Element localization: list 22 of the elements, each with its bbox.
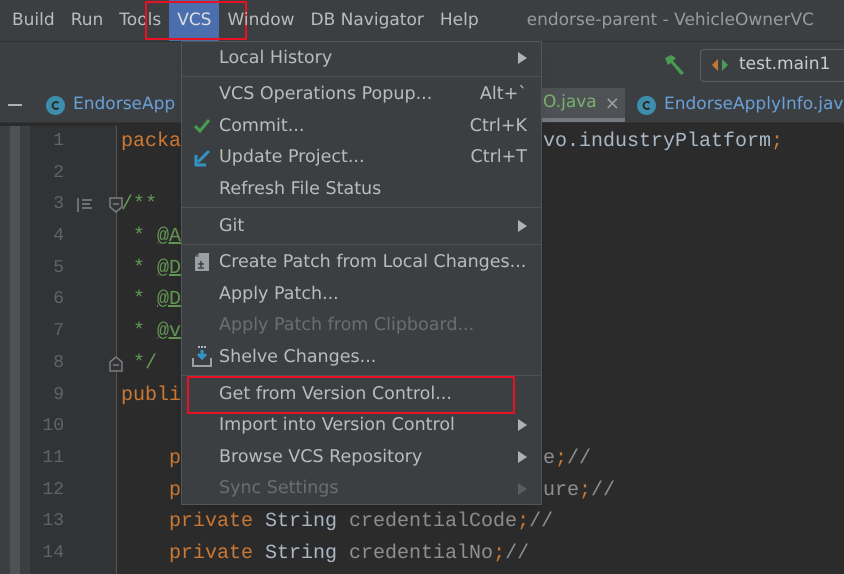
tab-label: O.java (543, 91, 597, 114)
code-line: p (169, 446, 182, 470)
code-line: */ (132, 352, 158, 375)
window-title: endorse-parent - VehicleOwnerVC (526, 8, 814, 32)
shortcut-label: Ctrl+K (468, 114, 527, 138)
code-line: * @A (132, 225, 182, 248)
code-line: publi (121, 384, 182, 406)
code-line: private String credentialNo;// (169, 542, 530, 565)
code-line: /** (121, 193, 158, 216)
code-line: packa (121, 130, 182, 153)
shortcut-label: Ctrl+T (470, 146, 527, 170)
code-line: * @D (132, 288, 182, 312)
code-line: e;// (543, 446, 592, 472)
tab-label: EndorseApplyInfo.jav (664, 93, 844, 116)
shortcut-label: Alt+` (478, 83, 527, 106)
code-line: ure;// (543, 478, 616, 504)
code-line: private String credentialCode;// (169, 510, 554, 534)
code-line: p (169, 478, 182, 502)
code-line: * @v (132, 320, 182, 344)
code-line: vo.industryPlatform; (543, 129, 784, 155)
tab-label: EndorseApp (73, 93, 176, 116)
code-line: * @D (132, 256, 182, 280)
